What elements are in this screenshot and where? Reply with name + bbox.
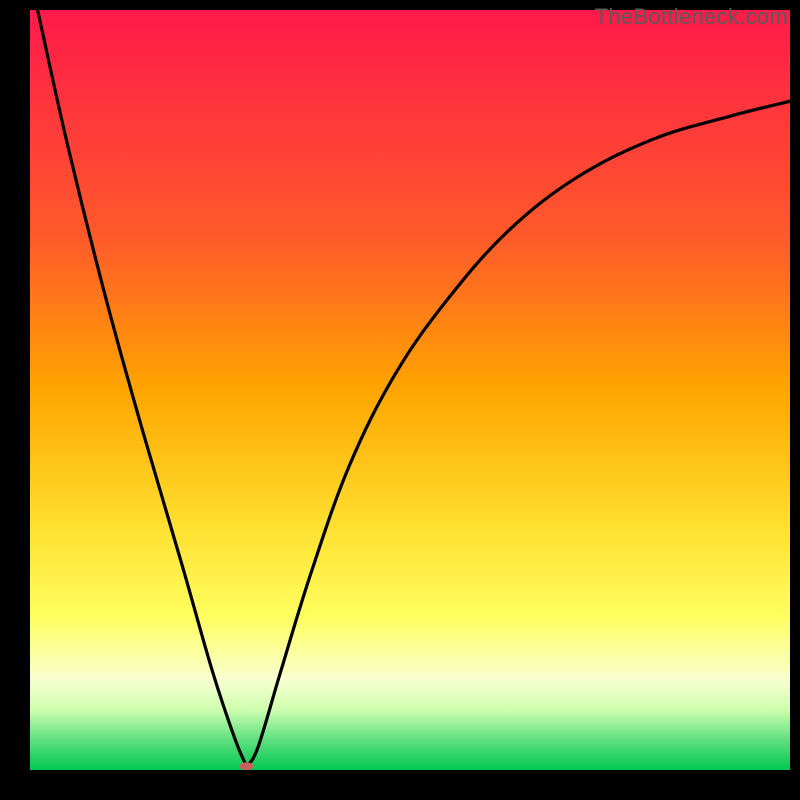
chart-svg (30, 10, 790, 770)
minimum-marker (240, 762, 254, 770)
watermark-text: TheBottleneck.com (595, 4, 788, 30)
plot-area (30, 10, 790, 770)
chart-container: TheBottleneck.com (0, 0, 800, 800)
gradient-background (30, 10, 790, 770)
